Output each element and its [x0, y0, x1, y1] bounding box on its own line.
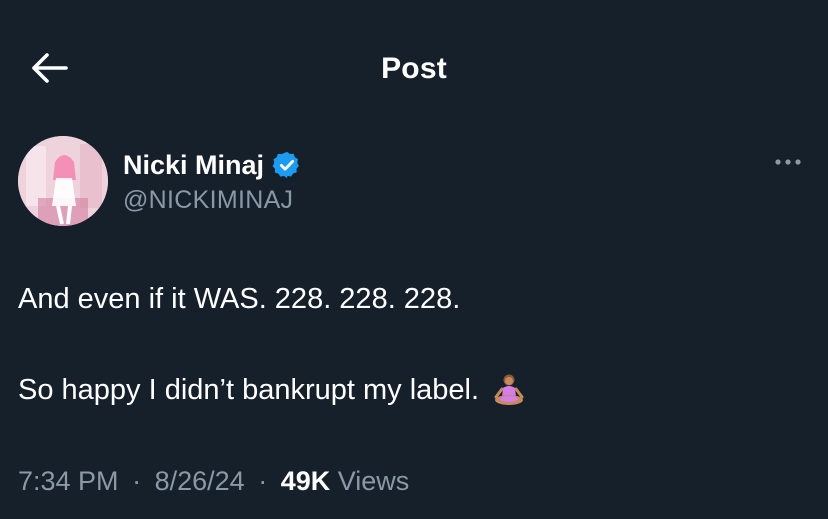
tweet-line-2-text: So happy I didn’t bankrupt my label.	[18, 374, 480, 406]
page-title: Post	[381, 52, 447, 85]
tweet-line-1: And even if it WAS. 228. 228. 228.	[18, 282, 808, 316]
user-handle[interactable]: @NICKIMINAJ	[123, 186, 293, 215]
separator: ·	[258, 466, 268, 496]
verified-badge-icon	[272, 151, 299, 179]
profile-photo-image	[18, 136, 108, 226]
tweet-line-1-text: And even if it WAS. 228. 228. 228.	[18, 283, 461, 315]
display-name[interactable]: Nicki Minaj	[123, 150, 264, 181]
tweet-text: And even if it WAS. 228. 228. 228. So ha…	[18, 282, 808, 408]
tweet-line-2: So happy I didn’t bankrupt my label.	[18, 372, 808, 408]
more-options-button[interactable]	[770, 150, 806, 174]
top-bar: Post	[0, 0, 828, 130]
name-row: Nicki Minaj	[123, 148, 302, 182]
author-row: Nicki Minaj @NICKIMINAJ	[18, 136, 808, 228]
views-count[interactable]: 49K	[281, 466, 331, 496]
post-time[interactable]: 7:34 PM	[18, 466, 119, 496]
post-date[interactable]: 8/26/24	[155, 466, 245, 496]
separator: ·	[132, 466, 142, 496]
tweet-metadata: 7:34 PM · 8/26/24 · 49K Views	[18, 466, 409, 497]
more-horizontal-icon	[775, 159, 801, 165]
meditating-woman-emoji-icon	[494, 374, 524, 405]
views-label: Views	[337, 466, 410, 496]
avatar[interactable]	[18, 136, 108, 226]
